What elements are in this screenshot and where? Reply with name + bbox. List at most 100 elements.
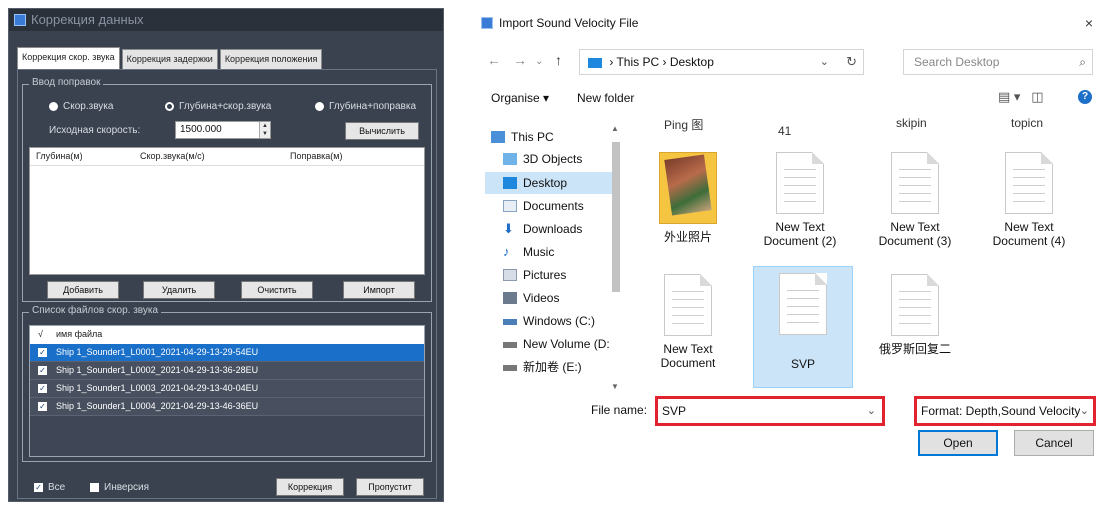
text-file-icon — [776, 152, 824, 214]
file-item[interactable]: New Text Document (2) — [750, 152, 850, 248]
new-folder-button[interactable]: New folder — [577, 91, 634, 105]
file-name-input[interactable]: SVP ⌄ — [655, 396, 885, 426]
file-caption: SVP — [790, 357, 815, 371]
file-caption: New Text Document (2) — [763, 220, 837, 248]
cutoff-label: skipin — [896, 116, 927, 130]
checkbox-indicator — [90, 483, 99, 492]
nav-item-windows-c[interactable]: Windows (C:) — [485, 310, 615, 332]
nav-label: 新加卷 (E:) — [523, 360, 582, 374]
cube-icon — [503, 153, 517, 165]
select-all-checkbox[interactable]: ✓ Все — [34, 482, 65, 493]
source-speed-spinbox[interactable]: 1500.000 ▲ ▼ — [175, 121, 271, 139]
delete-button[interactable]: Удалить — [143, 281, 215, 299]
column-correction: Поправка(м) — [290, 151, 343, 161]
scroll-down-icon[interactable]: ▼ — [611, 382, 619, 391]
drive-icon — [503, 365, 517, 371]
radio-indicator — [165, 102, 174, 111]
nav-item-new-volume-d[interactable]: New Volume (D: — [485, 333, 615, 355]
nav-item-videos[interactable]: Videos — [485, 287, 615, 309]
add-button[interactable]: Добавить — [47, 281, 119, 299]
view-options-icon[interactable]: ▤ ▾ ◫ — [998, 89, 1044, 105]
nav-item-documents[interactable]: Documents — [485, 195, 615, 217]
breadcrumb-sep: › — [609, 55, 614, 69]
file-item[interactable]: 俄罗斯回复二 — [865, 274, 965, 356]
nav-item-music[interactable]: ♪ Music — [485, 241, 615, 263]
radio-sound-speed[interactable]: Скор.звука — [49, 101, 113, 112]
close-icon[interactable]: × — [1085, 8, 1093, 38]
search-input[interactable]: Search Desktop ⌕ — [903, 49, 1093, 75]
skip-button[interactable]: Пропустит — [356, 478, 424, 496]
file-row[interactable]: ✓ Ship 1_Sounder1_L0003_2021-04-29-13-40… — [30, 380, 424, 398]
scroll-up-icon[interactable]: ▲ — [611, 124, 619, 133]
breadcrumb-this-pc[interactable]: This PC — [616, 55, 659, 69]
chevron-down-icon[interactable]: ⌄ — [820, 50, 829, 74]
check-column-header: √ — [38, 329, 43, 339]
text-file-icon — [891, 152, 939, 214]
file-item[interactable]: New Text Document — [638, 274, 738, 370]
recent-dropdown-icon[interactable]: ⌄ — [535, 56, 543, 67]
file-item-selected[interactable]: SVP — [753, 266, 853, 388]
row-checkbox[interactable]: ✓ — [38, 348, 47, 357]
file-row[interactable]: ✓ Ship 1_Sounder1_L0002_2021-04-29-13-36… — [30, 362, 424, 380]
up-arrow-icon[interactable]: ↑ — [555, 52, 562, 68]
dialog-titlebar: Import Sound Velocity File × — [473, 8, 1099, 38]
forward-arrow-icon[interactable]: → — [513, 52, 527, 68]
correction-table[interactable]: Глубина(м) Скор.звука(м/с) Поправка(м) — [29, 147, 425, 275]
invert-checkbox[interactable]: Инверсия — [90, 482, 149, 493]
nav-item-this-pc[interactable]: This PC — [485, 126, 615, 148]
nav-item-volume-e[interactable]: 新加卷 (E:) — [485, 356, 615, 378]
navigation-pane[interactable]: This PC 3D Objects Desktop Documents ⬇ D… — [485, 120, 619, 390]
breadcrumb-desktop[interactable]: Desktop — [670, 55, 714, 69]
row-checkbox[interactable]: ✓ — [38, 402, 47, 411]
format-value: Format: Depth,Sound Velocity. — [921, 404, 1083, 418]
open-button[interactable]: Open — [918, 430, 998, 456]
file-list[interactable]: √ имя файла ✓ Ship 1_Sounder1_L0001_2021… — [29, 325, 425, 457]
correction-button[interactable]: Коррекция — [276, 478, 344, 496]
nav-item-desktop[interactable]: Desktop — [485, 172, 615, 194]
row-checkbox[interactable]: ✓ — [38, 384, 47, 393]
file-list-header: √ имя файла — [30, 326, 424, 344]
nav-label: New Volume (D: — [523, 337, 610, 351]
format-select[interactable]: Format: Depth,Sound Velocity. ⌄ — [914, 396, 1096, 426]
nav-item-downloads[interactable]: ⬇ Downloads — [485, 218, 615, 240]
back-arrow-icon[interactable]: ← — [487, 52, 501, 68]
tab-position-correction[interactable]: Коррекция положения — [219, 49, 323, 69]
file-name: Ship 1_Sounder1_L0001_2021-04-29-13-29-5… — [56, 347, 259, 357]
nav-item-pictures[interactable]: Pictures — [485, 264, 615, 286]
column-depth: Глубина(м) — [36, 151, 83, 161]
cancel-button[interactable]: Cancel — [1014, 430, 1094, 456]
spin-arrows-icon[interactable]: ▲ ▼ — [259, 122, 270, 138]
nav-item-3d-objects[interactable]: 3D Objects — [485, 148, 615, 170]
radio-depth-correction[interactable]: Глубина+поправка — [315, 101, 416, 112]
organise-menu[interactable]: Organise ▾ — [491, 91, 549, 105]
chevron-down-icon[interactable]: ⌄ — [867, 399, 876, 423]
nav-label: Pictures — [523, 268, 567, 282]
file-item-folder[interactable]: 外业照片 — [638, 152, 738, 244]
radio-label: Скор.звука — [63, 101, 114, 112]
clear-button[interactable]: Очистить — [241, 281, 313, 299]
file-list-group: Список файлов скор. звука √ имя файла ✓ … — [22, 305, 432, 462]
help-icon[interactable]: ? — [1078, 90, 1092, 104]
file-row[interactable]: ✓ Ship 1_Sounder1_L0004_2021-04-29-13-46… — [30, 398, 424, 416]
file-row[interactable]: ✓ Ship 1_Sounder1_L0001_2021-04-29-13-29… — [30, 344, 424, 362]
nav-label: Videos — [523, 291, 560, 305]
calculate-button[interactable]: Вычислить — [345, 122, 419, 140]
nav-scrollbar[interactable]: ▲ ▼ — [609, 120, 623, 392]
import-button[interactable]: Импорт — [343, 281, 415, 299]
chevron-down-icon[interactable]: ⌄ — [1079, 399, 1089, 423]
sound-correction-window: Коррекция данных Коррекция скор. звука К… — [8, 8, 444, 502]
tab-latency-correction[interactable]: Коррекция задержки — [121, 49, 218, 69]
text-file-icon — [891, 274, 939, 336]
address-bar[interactable]: › This PC › Desktop ⌄ ↻ — [579, 49, 864, 75]
tab-sound-correction[interactable]: Коррекция скор. звука — [17, 47, 120, 69]
file-item[interactable]: New Text Document (3) — [865, 152, 965, 248]
scroll-thumb[interactable] — [612, 142, 620, 292]
radio-depth-speed[interactable]: Глубина+скор.звука — [165, 101, 271, 112]
row-checkbox[interactable]: ✓ — [38, 366, 47, 375]
file-view[interactable]: Ping 图 41 skipin topicn 外业照片 New Text Do… — [628, 114, 1098, 396]
nav-label: 3D Objects — [523, 152, 583, 166]
desktop-icon — [503, 177, 517, 189]
cutoff-label: topicn — [1011, 116, 1044, 130]
file-item[interactable]: New Text Document (4) — [979, 152, 1079, 248]
refresh-icon[interactable]: ↻ — [846, 50, 857, 74]
